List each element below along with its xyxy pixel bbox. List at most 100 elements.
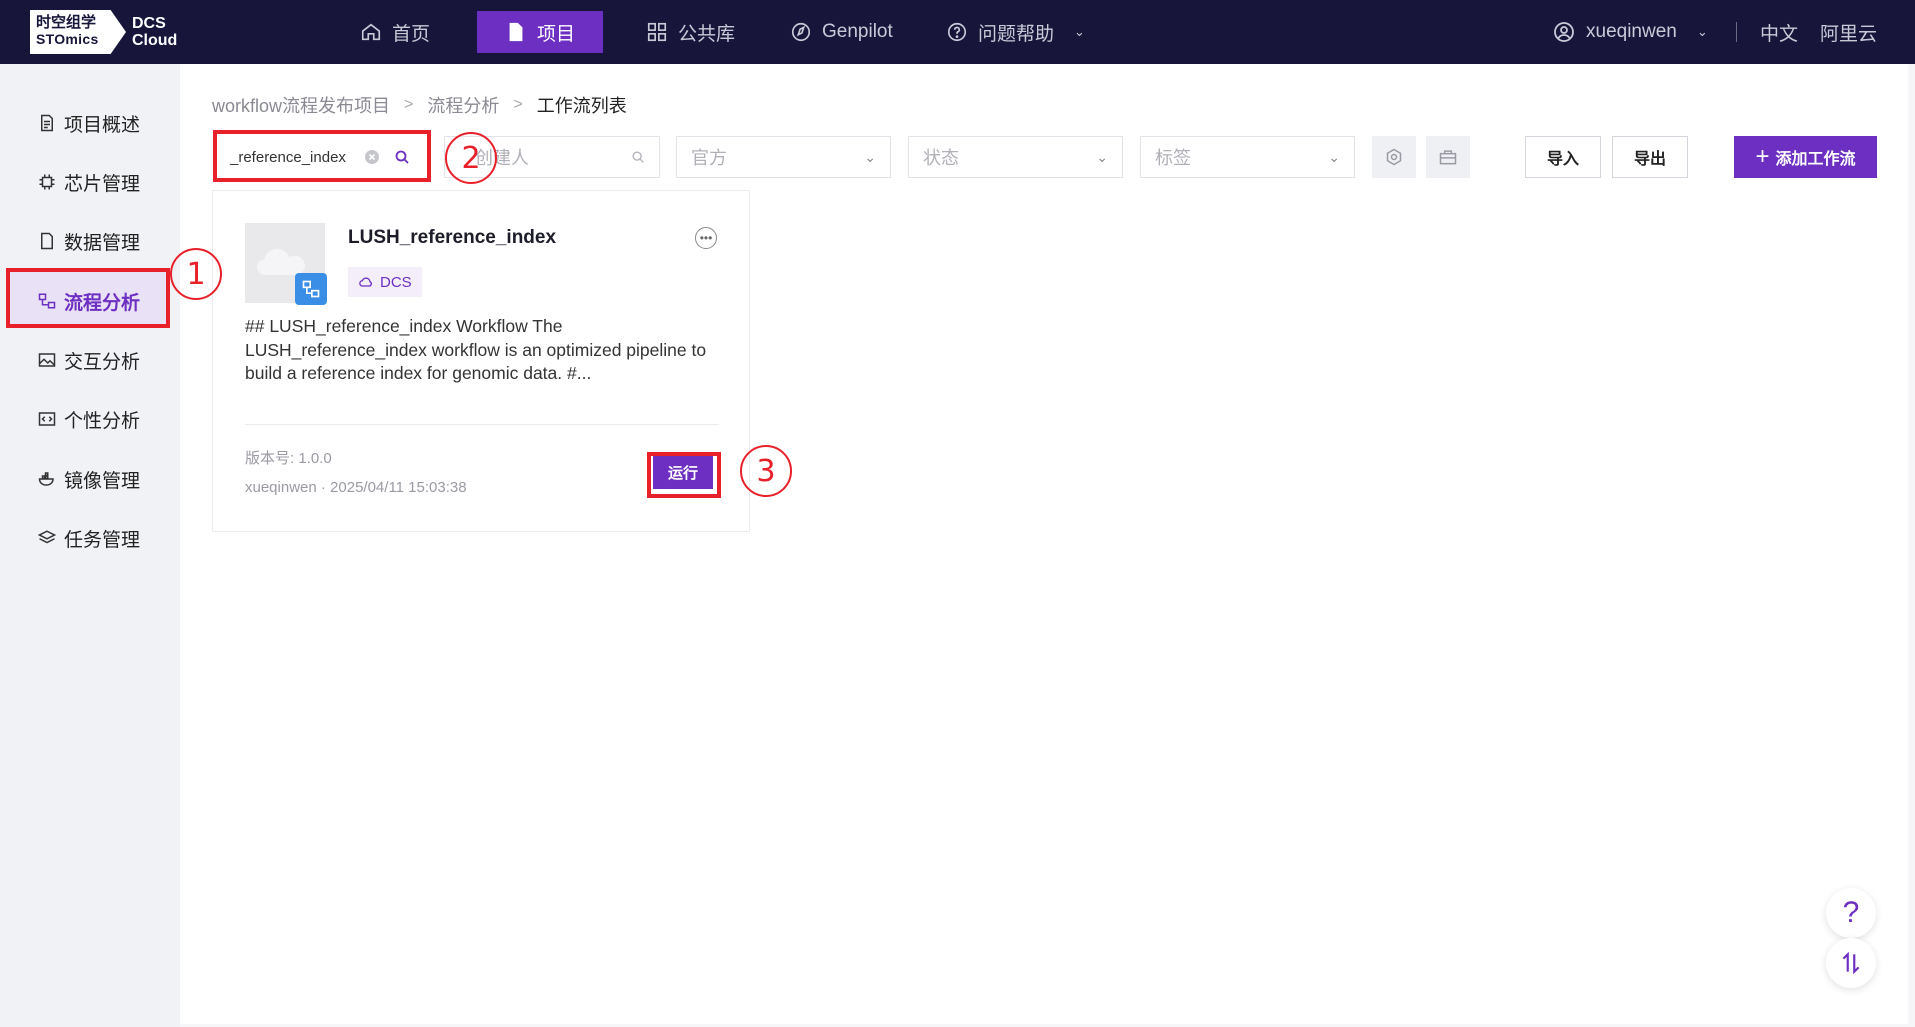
breadcrumb-separator-icon: > xyxy=(404,96,414,113)
toolbox-button[interactable] xyxy=(1426,136,1470,178)
file-data-icon xyxy=(41,232,53,250)
annotation-number-2: 2 xyxy=(461,140,481,176)
language-switch[interactable]: 中文 xyxy=(1760,0,1798,64)
nav-project[interactable]: 项目 xyxy=(477,11,604,53)
export-button[interactable]: 导出 xyxy=(1612,136,1688,178)
tag-placeholder: 标签 xyxy=(1155,148,1191,168)
breadcrumb-current: 工作流列表 xyxy=(536,96,627,116)
add-workflow-button[interactable]: + 添加工作流 xyxy=(1734,136,1877,178)
home-icon xyxy=(361,23,381,41)
status-placeholder: 状态 xyxy=(923,148,959,168)
top-navbar: 时空组学 STOmics DCS Cloud 首页 项目 公共库 Genpilo… xyxy=(0,0,1915,64)
workflow-tag: DCS xyxy=(348,267,422,297)
annotation-circle-2: 2 xyxy=(445,132,497,184)
settings-button[interactable] xyxy=(1372,136,1416,178)
chip-icon xyxy=(39,174,55,190)
workflow-title[interactable]: LUSH_reference_index xyxy=(348,227,556,249)
more-options-icon[interactable]: ••• xyxy=(695,227,717,249)
workflow-tag-label: DCS xyxy=(380,273,412,291)
import-button[interactable]: 导入 xyxy=(1525,136,1601,178)
official-select[interactable]: 官方 ⌄ xyxy=(676,136,891,178)
cloud-label: 阿里云 xyxy=(1820,23,1878,45)
image-icon xyxy=(38,353,56,367)
annotation-number-3: 3 xyxy=(756,453,776,489)
toolbox-icon xyxy=(1439,150,1457,165)
highlight-box-workflow xyxy=(6,268,170,328)
question-icon: ? xyxy=(1842,896,1860,929)
nav-genpilot-label: Genpilot xyxy=(822,21,893,42)
file-icon xyxy=(509,22,523,42)
sidebar-item-label: 交互分析 xyxy=(64,351,141,373)
logo-en-text: STOmics xyxy=(36,31,99,47)
chevron-down-icon: ⌄ xyxy=(1696,24,1708,39)
cloud-switch[interactable]: 阿里云 xyxy=(1820,0,1877,64)
annotation-circle-3: 3 xyxy=(740,445,792,497)
workflow-type-badge xyxy=(295,273,327,305)
highlight-box-search xyxy=(213,130,431,182)
nav-library-label: 公共库 xyxy=(678,23,736,45)
workflow-icon xyxy=(302,280,320,298)
sidebar-item-tasks[interactable]: 任务管理 xyxy=(38,523,140,553)
sidebar-item-data[interactable]: 数据管理 xyxy=(38,226,140,256)
sidebar-item-interactive[interactable]: 交互分析 xyxy=(38,345,140,375)
breadcrumb: workflow流程发布项目 > 流程分析 > 工作流列表 xyxy=(212,92,627,118)
nav-help-label: 问题帮助 xyxy=(978,23,1055,45)
sidebar-item-label: 项目概述 xyxy=(64,114,141,136)
status-select[interactable]: 状态 ⌄ xyxy=(908,136,1123,178)
logo-mark: 时空组学 STOmics xyxy=(30,10,126,54)
sidebar-item-overview[interactable]: 项目概述 xyxy=(38,108,140,138)
help-icon xyxy=(947,22,967,42)
sidebar-item-label: 任务管理 xyxy=(64,529,141,551)
sidebar-item-label: 个性分析 xyxy=(64,410,141,432)
highlight-box-run xyxy=(647,452,721,498)
export-label: 导出 xyxy=(1633,151,1666,168)
nav-library[interactable]: 公共库 xyxy=(638,11,743,53)
logo[interactable]: 时空组学 STOmics DCS Cloud xyxy=(30,10,186,54)
chevron-down-icon: ⌄ xyxy=(1074,24,1085,39)
topbar-divider xyxy=(1736,22,1737,42)
logo-product-line2: Cloud xyxy=(132,32,178,49)
workflow-description: ## LUSH_reference_index Workflow The LUS… xyxy=(245,316,707,383)
workflow-thumbnail xyxy=(245,223,327,305)
chevron-down-icon: ⌄ xyxy=(1096,148,1108,165)
logo-product-line1: DCS xyxy=(132,15,166,32)
doc-icon xyxy=(41,114,53,132)
docker-icon xyxy=(38,472,54,486)
chevron-down-icon: ⌄ xyxy=(1328,148,1340,165)
tag-select[interactable]: 标签 ⌄ xyxy=(1140,136,1355,178)
logo-cn-text: 时空组学 xyxy=(36,14,97,31)
plus-icon: + xyxy=(1755,143,1770,170)
import-label: 导入 xyxy=(1546,151,1579,168)
code-icon xyxy=(38,412,56,426)
sidebar-item-image[interactable]: 镜像管理 xyxy=(38,464,140,494)
language-label: 中文 xyxy=(1760,23,1799,45)
annotation-number-1: 1 xyxy=(186,256,206,292)
layers-icon xyxy=(38,530,56,544)
annotation-circle-1: 1 xyxy=(170,248,222,300)
search-icon xyxy=(632,151,644,163)
sidebar-item-custom[interactable]: 个性分析 xyxy=(38,404,140,434)
nav-genpilot[interactable]: Genpilot xyxy=(782,11,901,53)
official-placeholder: 官方 xyxy=(691,148,727,168)
nav-help[interactable]: 问题帮助 ⌄ xyxy=(938,11,1093,53)
breadcrumb-workflow[interactable]: 流程分析 xyxy=(427,92,499,118)
sidebar-item-label: 数据管理 xyxy=(64,232,141,254)
workflow-version: 版本号: 1.0.0 xyxy=(245,450,332,467)
workflow-author-time: xueqinwen · 2025/04/11 15:03:38 xyxy=(245,479,467,496)
nav-home[interactable]: 首页 xyxy=(352,11,438,53)
scroll-float-button[interactable] xyxy=(1826,938,1876,988)
chevron-down-icon: ⌄ xyxy=(864,148,876,165)
compass-icon xyxy=(791,22,811,42)
help-float-button[interactable]: ? xyxy=(1826,888,1876,938)
sidebar-item-label: 芯片管理 xyxy=(64,173,141,195)
nav-project-label: 项目 xyxy=(537,23,576,45)
breadcrumb-project[interactable]: workflow流程发布项目 xyxy=(212,92,390,118)
user-icon xyxy=(1554,22,1574,42)
username: xueqinwen xyxy=(1586,21,1677,42)
card-divider xyxy=(245,424,719,425)
user-menu[interactable]: xueqinwen ⌄ xyxy=(1552,0,1708,64)
breadcrumb-separator-icon: > xyxy=(513,96,523,113)
sidebar-item-chip[interactable]: 芯片管理 xyxy=(38,167,140,197)
nav-home-label: 首页 xyxy=(392,23,431,45)
grid-icon xyxy=(647,22,667,42)
